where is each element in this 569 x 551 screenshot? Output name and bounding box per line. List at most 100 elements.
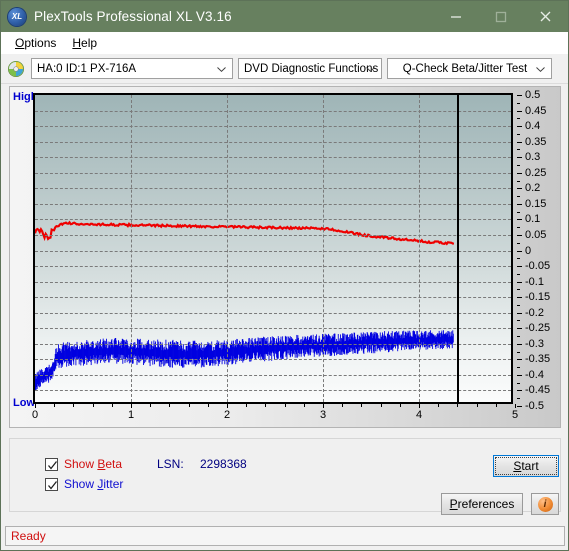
y-tick-mark <box>517 266 522 268</box>
x-tick-label: 1 <box>127 409 135 421</box>
menu-bar: Options Help <box>1 32 568 54</box>
gridline-vertical <box>323 95 324 402</box>
y-tick-label: -0.4 <box>525 368 544 381</box>
y-tick-mark-minor <box>517 242 520 244</box>
show-jitter-checkbox[interactable] <box>45 477 58 491</box>
info-button[interactable]: i <box>531 493 559 515</box>
y-tick-mark-minor <box>517 180 520 182</box>
y-tick-mark-minor <box>517 382 520 384</box>
x-tick-mark <box>419 404 420 408</box>
x-tick-mark-minor <box>169 404 171 407</box>
x-tick-mark-minor <box>188 404 190 407</box>
gridline-horizontal <box>35 359 511 361</box>
x-axis: 0 1 2 3 4 5 <box>31 404 518 424</box>
y-tick-label: 0 <box>525 244 532 257</box>
x-tick-mark <box>515 404 516 408</box>
y-tick-mark <box>517 328 522 330</box>
x-tick-mark <box>227 404 228 408</box>
y-axis: 0.5 0.45 0.4 0.35 0.3 0.25 0.2 0.15 0.1 0.05 0 -0.0… <box>517 87 561 417</box>
gridline-horizontal <box>35 250 511 252</box>
x-tick-label: 4 <box>415 409 423 421</box>
status-text: Ready <box>11 529 46 543</box>
minimize-button[interactable] <box>433 1 478 32</box>
gridline-horizontal <box>35 141 511 143</box>
show-jitter-row[interactable]: Show Jitter <box>45 477 123 491</box>
y-tick-mark-minor <box>517 102 520 104</box>
y-tick-mark <box>517 126 522 128</box>
y-tick-mark <box>517 110 522 112</box>
gridline-horizontal <box>35 343 511 345</box>
series-show-beta <box>35 220 455 246</box>
start-button[interactable]: Start <box>493 455 559 477</box>
x-tick-mark-minor <box>476 404 478 407</box>
x-tick-label: 0 <box>31 409 39 421</box>
y-tick-label: -0.15 <box>525 291 551 304</box>
chart-panel: High Low 0.5 0.45 0.4 0.35 0.3 0.25 0.2 0.15 0.1… <box>1 83 568 436</box>
y-tick-mark-minor <box>517 273 520 275</box>
y-tick-label: -0.35 <box>525 353 551 366</box>
y-tick-label: -0.1 <box>525 275 544 288</box>
start-button-label: Start <box>513 459 539 473</box>
chevron-down-icon <box>366 66 375 72</box>
y-tick-label: 0.45 <box>525 104 547 117</box>
y-tick-mark-minor <box>517 351 520 353</box>
x-tick-mark-minor <box>399 404 401 407</box>
x-tick-mark-minor <box>265 404 267 407</box>
y-tick-mark-minor <box>517 398 520 400</box>
gridline-horizontal <box>35 110 511 112</box>
y-tick-mark-minor <box>517 320 520 322</box>
gridline-horizontal <box>35 281 511 283</box>
gridline-horizontal <box>35 188 511 190</box>
options-group: Show Beta Show Jitter LSN: 2298368 Start… <box>9 438 561 515</box>
plot-area[interactable] <box>33 93 513 404</box>
y-tick-mark-minor <box>517 234 520 236</box>
maximize-button[interactable] <box>478 1 523 32</box>
x-tick-label: 2 <box>223 409 231 421</box>
y-tick-label: -0.2 <box>525 306 544 319</box>
menu-item-help[interactable]: Help <box>64 34 105 52</box>
y-tick-mark <box>517 406 522 407</box>
plextools-window: XL PlexTools Professional XL V3.16 Optio… <box>0 0 569 551</box>
x-tick-mark-minor <box>361 404 363 407</box>
drive-select[interactable]: HA:0 ID:1 PX-716A <box>31 58 233 79</box>
preferences-button[interactable]: Preferences <box>441 493 523 515</box>
gridline-horizontal <box>35 203 511 205</box>
chart-frame: High Low 0.5 0.45 0.4 0.35 0.3 0.25 0.2 0.15 0.1… <box>9 86 561 428</box>
y-tick-mark-minor <box>517 367 520 369</box>
menu-item-options-label: ptions <box>24 36 57 50</box>
gridline-horizontal <box>35 157 511 159</box>
preferences-button-label-rest: references <box>457 497 515 511</box>
x-tick-mark-minor <box>54 404 56 407</box>
y-tick-mark-minor <box>517 336 520 338</box>
show-beta-checkbox[interactable] <box>45 457 58 471</box>
window-controls <box>433 1 568 32</box>
close-button[interactable] <box>523 1 568 32</box>
x-tick-mark-minor <box>495 404 497 407</box>
preferences-button-label: Preferences <box>449 497 515 511</box>
y-tick-mark-minor <box>517 203 520 205</box>
y-tick-mark <box>517 312 522 314</box>
x-tick-mark <box>323 404 324 408</box>
y-tick-mark <box>517 95 522 96</box>
axis-label-low: Low <box>13 397 35 409</box>
y-tick-mark-minor <box>517 196 520 198</box>
x-tick-mark-minor <box>342 404 344 407</box>
app-logo-icon: XL <box>8 7 26 26</box>
y-tick-mark-minor <box>517 188 520 190</box>
x-tick-mark <box>131 404 132 408</box>
y-tick-mark <box>517 343 522 345</box>
y-tick-mark <box>517 359 522 361</box>
y-tick-mark <box>517 157 522 159</box>
x-tick-mark-minor <box>111 404 113 407</box>
show-beta-row[interactable]: Show Beta <box>45 457 122 471</box>
menu-item-options[interactable]: Options <box>7 34 64 52</box>
x-tick-mark-minor <box>73 404 75 407</box>
test-select[interactable]: Q-Check Beta/Jitter Test <box>387 58 552 79</box>
y-tick-mark <box>517 390 522 392</box>
x-tick-mark-minor <box>246 404 248 407</box>
test-select-label: Q-Check Beta/Jitter Test <box>402 62 528 75</box>
function-select[interactable]: DVD Diagnostic Functions <box>238 58 382 79</box>
lsn-label: LSN: <box>157 457 184 471</box>
x-tick-mark-minor <box>92 404 94 407</box>
x-tick-mark-minor <box>380 404 382 407</box>
